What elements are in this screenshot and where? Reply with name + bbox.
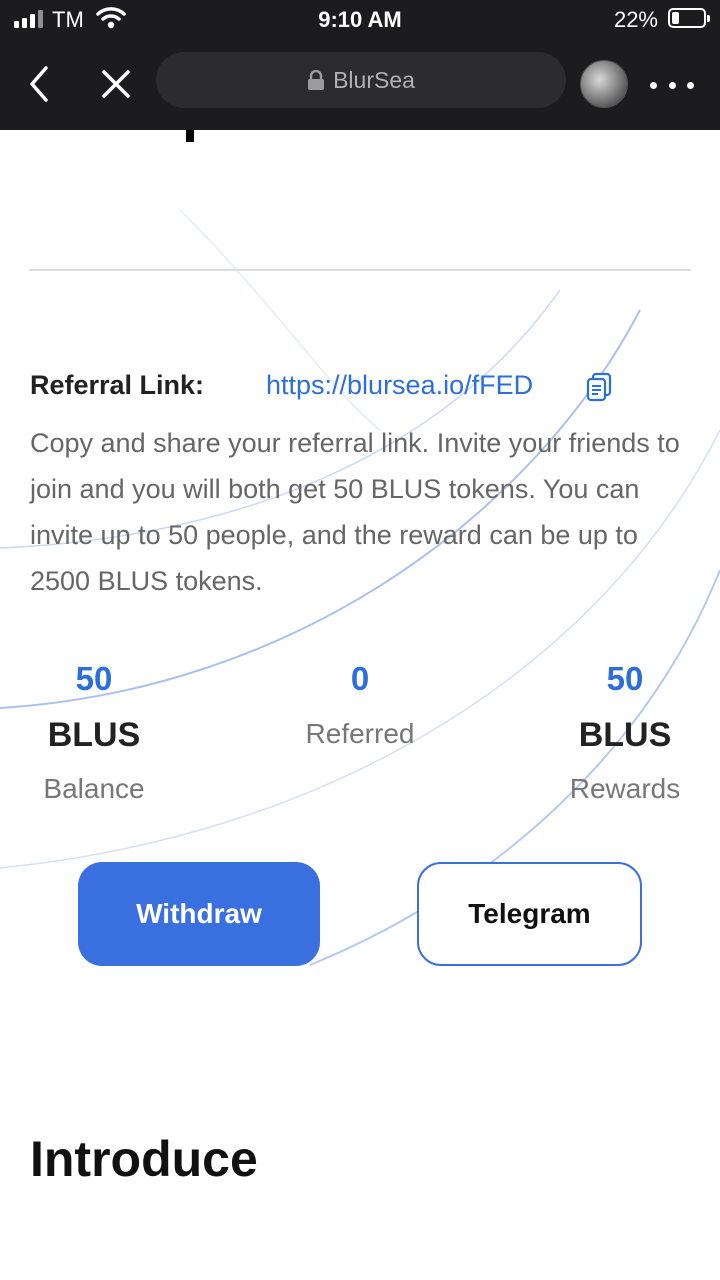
more-button[interactable]: [650, 70, 694, 100]
battery-icon: [668, 8, 710, 28]
avatar[interactable]: [580, 60, 628, 108]
introduce-heading: Introduce: [30, 1131, 258, 1187]
rewards-value: 50: [606, 660, 644, 697]
back-icon: [30, 66, 48, 102]
telegram-button[interactable]: Telegram: [417, 862, 642, 966]
referred-value: 0: [350, 660, 370, 697]
back-button[interactable]: [22, 62, 62, 106]
clipped-heading-fragment: [186, 130, 194, 142]
status-time: 9:10 AM: [318, 7, 402, 32]
status-bar: TM 9:10 AM 22%: [0, 0, 720, 40]
balance-value: 50: [75, 660, 113, 697]
site-title: BlurSea: [333, 66, 415, 93]
referral-label: Referral Link:: [30, 370, 205, 400]
battery-percent: 22%: [613, 7, 658, 32]
referral-description: Copy and share your referral link. Invit…: [30, 428, 680, 596]
section-divider: [29, 269, 691, 271]
close-button[interactable]: [96, 62, 136, 106]
rewards-unit: BLUS: [578, 716, 672, 754]
browser-header: TM 9:10 AM 22% BlurSea: [0, 0, 720, 130]
withdraw-button[interactable]: Withdraw: [78, 862, 320, 966]
address-bar[interactable]: BlurSea: [156, 52, 566, 108]
close-icon: [102, 70, 130, 98]
stat-rewards: 50 BLUS Rewards: [545, 660, 705, 805]
more-icon: [650, 81, 657, 89]
lock-icon: [308, 70, 325, 90]
referral-link[interactable]: https://blursea.io/fFED: [266, 370, 533, 401]
balance-unit: BLUS: [47, 716, 141, 754]
copy-icon[interactable]: [586, 372, 612, 402]
referral-row: Referral Link: https://blursea.io/fFED: [30, 370, 690, 410]
stat-referred: 0 Referred: [280, 660, 440, 750]
rewards-caption: Rewards: [569, 773, 681, 804]
referred-caption: Referred: [305, 718, 415, 749]
stat-balance: 50 BLUS Balance: [14, 660, 174, 805]
balance-caption: Balance: [43, 773, 145, 804]
